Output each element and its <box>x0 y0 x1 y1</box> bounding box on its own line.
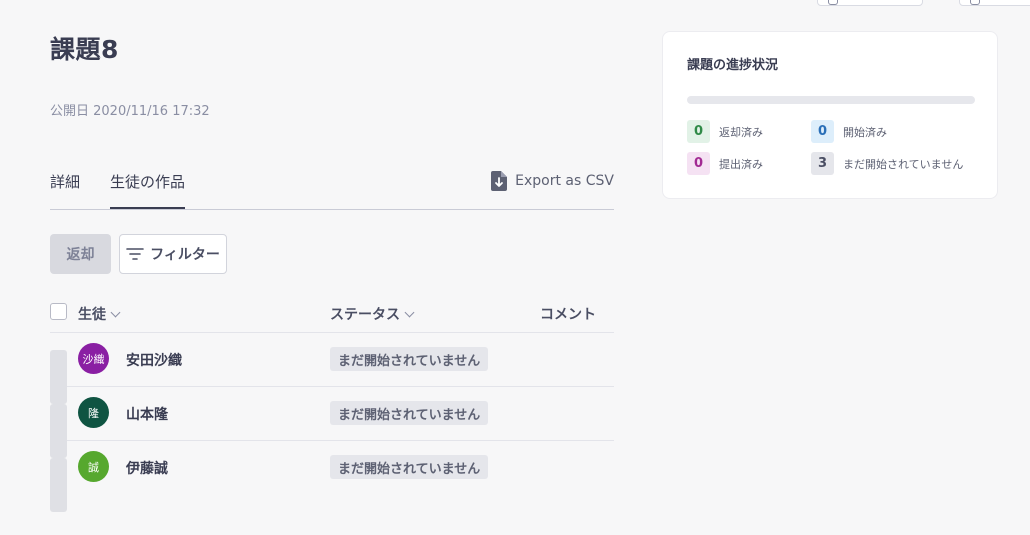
filter-label: フィルター <box>150 247 220 263</box>
progress-bar <box>687 96 975 104</box>
avatar: 沙織 <box>78 343 109 374</box>
file-download-icon <box>491 171 508 191</box>
page-title: 課題8 <box>50 35 119 64</box>
status-badge: まだ開始されていません <box>330 347 489 371</box>
stat-label: まだ開始されていません <box>843 157 964 171</box>
stat-not-started: 3 まだ開始されていません <box>811 152 963 175</box>
row-checkbox[interactable] <box>50 458 67 512</box>
stat-label: 開始済み <box>843 125 887 139</box>
avatar: 誠 <box>78 451 109 482</box>
table-header: 生徒 ステータス コメント <box>50 292 614 333</box>
stat-count: 0 <box>687 152 710 175</box>
tab-details[interactable]: 詳細 <box>50 171 80 192</box>
stat-submitted: 0 提出済み <box>687 152 763 175</box>
student-name[interactable]: 山本隆 <box>126 404 168 424</box>
chevron-down-icon <box>404 307 415 317</box>
stat-started: 0 開始済み <box>811 120 887 143</box>
top-action-button[interactable] <box>817 0 923 6</box>
stat-count: 0 <box>811 120 834 143</box>
top-toolbar <box>810 0 1030 7</box>
stat-count: 0 <box>687 120 710 143</box>
table-row[interactable]: 沙織 安田沙織 まだ開始されていません <box>50 333 614 404</box>
stat-label: 返却済み <box>719 125 763 139</box>
progress-card-title: 課題の進捗状況 <box>687 58 779 73</box>
student-name[interactable]: 伊藤誠 <box>126 458 168 478</box>
filter-button[interactable]: フィルター <box>119 234 227 274</box>
select-all-checkbox[interactable] <box>50 303 67 320</box>
tab-student-works[interactable]: 生徒の作品 <box>110 171 186 209</box>
column-status[interactable]: ステータス <box>330 304 415 324</box>
chevron-down-icon <box>110 307 121 317</box>
table-row[interactable]: 隆 山本隆 まだ開始されていません <box>50 387 614 458</box>
student-name[interactable]: 安田沙織 <box>126 350 182 370</box>
filter-icon <box>126 248 144 260</box>
status-badge: まだ開始されていません <box>330 455 489 479</box>
document-icon <box>828 0 838 5</box>
tab-bar: 詳細 生徒の作品 Export as CSV <box>50 162 614 210</box>
export-label: Export as CSV <box>515 173 614 189</box>
student-table: 生徒 ステータス コメント 沙織 安田沙織 まだ開始されていません 隆 山本隆 … <box>50 292 614 512</box>
table-row[interactable]: 誠 伊藤誠 まだ開始されていません <box>50 441 614 512</box>
stat-label: 提出済み <box>719 157 763 171</box>
top-help-button[interactable] <box>959 0 1030 6</box>
avatar: 隆 <box>78 397 109 428</box>
column-comment: コメント <box>540 307 596 323</box>
progress-card: 課題の進捗状況 0 返却済み 0 開始済み 0 提出済み 3 まだ開始されていま… <box>662 31 998 199</box>
info-icon <box>970 0 980 5</box>
published-date: 公開日 2020/11/16 17:32 <box>50 104 210 119</box>
column-student[interactable]: 生徒 <box>78 304 121 324</box>
status-badge: まだ開始されていません <box>330 401 489 425</box>
stat-count: 3 <box>811 152 834 175</box>
column-status-label: ステータス <box>330 307 400 323</box>
return-button[interactable]: 返却 <box>50 234 111 274</box>
stat-returned: 0 返却済み <box>687 120 763 143</box>
export-csv-button[interactable]: Export as CSV <box>491 171 614 191</box>
column-student-label: 生徒 <box>78 307 106 323</box>
